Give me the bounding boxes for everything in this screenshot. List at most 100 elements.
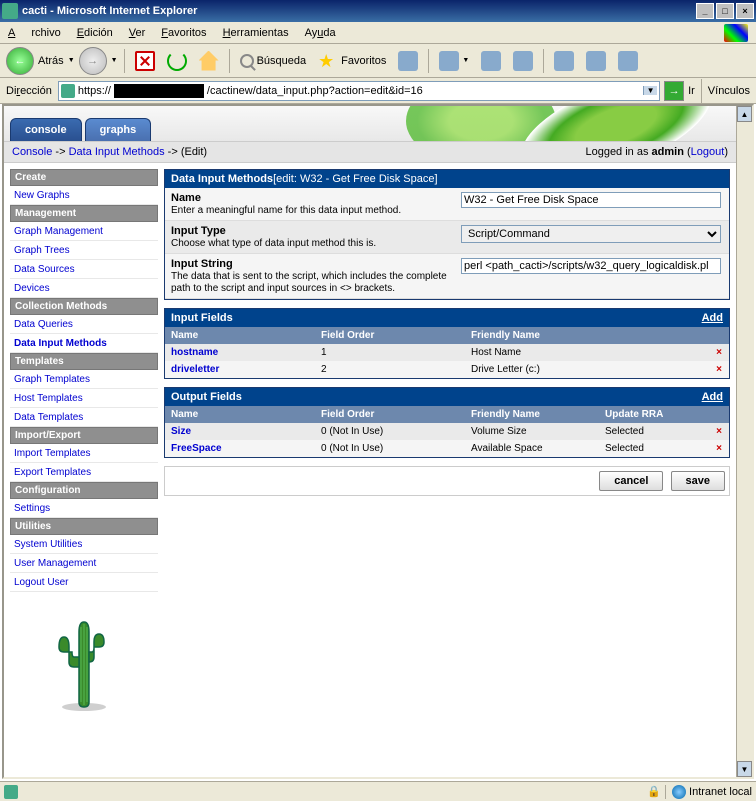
sidebar-link[interactable]: Data Input Methods xyxy=(14,338,107,349)
forward-dropdown-icon[interactable]: ▼ xyxy=(111,57,118,64)
add-output-field-link[interactable]: Add xyxy=(702,391,723,403)
sidebar-link[interactable]: Graph Trees xyxy=(14,245,70,256)
minimize-button[interactable]: _ xyxy=(696,3,714,19)
refresh-icon xyxy=(167,51,187,71)
close-button[interactable]: × xyxy=(736,3,754,19)
input-field-link[interactable]: hostname xyxy=(171,347,218,358)
col-header-order: Field Order xyxy=(315,327,465,344)
sidebar-link[interactable]: Devices xyxy=(14,283,50,294)
main-content: Data Input Methods [edit: W32 - Get Free… xyxy=(164,163,736,721)
sidebar-item[interactable]: Host Templates xyxy=(10,389,158,408)
sidebar-link[interactable]: Data Queries xyxy=(14,319,73,330)
url-suffix: /cactinew/data_input.php?action=edit&id=… xyxy=(207,85,640,97)
delete-icon[interactable]: × xyxy=(709,440,729,457)
sidebar-item[interactable]: Graph Trees xyxy=(10,241,158,260)
sidebar-link[interactable]: Export Templates xyxy=(14,467,91,478)
search-button[interactable]: Búsqueda xyxy=(236,52,311,70)
home-button[interactable] xyxy=(195,49,223,73)
menu-favoritos[interactable]: Favoritos xyxy=(161,27,206,39)
tab-graphs[interactable]: graphs xyxy=(85,118,152,141)
maximize-button[interactable]: □ xyxy=(716,3,734,19)
input-string-label: Input String xyxy=(171,258,233,270)
sidebar-link[interactable]: User Management xyxy=(14,558,96,569)
go-button[interactable]: → xyxy=(664,81,684,101)
sidebar-item[interactable]: Settings xyxy=(10,499,158,518)
col-header-friendly: Friendly Name xyxy=(465,327,709,344)
messenger-icon xyxy=(618,51,638,71)
input-string-field[interactable] xyxy=(461,258,721,274)
save-button[interactable]: save xyxy=(671,471,725,491)
discuss-button[interactable] xyxy=(550,49,578,73)
sidebar-item[interactable]: Graph Management xyxy=(10,222,158,241)
sidebar-item[interactable]: Export Templates xyxy=(10,463,158,482)
scroll-down-icon[interactable]: ▼ xyxy=(737,761,752,777)
sidebar-link[interactable]: Import Templates xyxy=(14,448,91,459)
scroll-up-icon[interactable]: ▲ xyxy=(737,106,752,122)
print-button[interactable] xyxy=(477,49,505,73)
sidebar-item[interactable]: System Utilities xyxy=(10,535,158,554)
url-dropdown-icon[interactable]: ▼ xyxy=(643,86,657,95)
sidebar-item[interactable]: Import Templates xyxy=(10,444,158,463)
input-type-select[interactable]: Script/Command xyxy=(461,225,721,243)
menu-archivo[interactable]: Archivo xyxy=(8,27,61,39)
sidebar-link[interactable]: Logout User xyxy=(14,577,68,588)
name-input[interactable] xyxy=(461,192,721,208)
cancel-button[interactable]: cancel xyxy=(599,471,663,491)
page-icon xyxy=(61,84,75,98)
favorites-button[interactable]: ★Favoritos xyxy=(314,49,390,73)
menu-ver[interactable]: Ver xyxy=(129,27,146,39)
menu-herramientas[interactable]: Herramientas xyxy=(223,27,289,39)
sidebar-item[interactable]: Devices xyxy=(10,279,158,298)
sidebar-item[interactable]: New Graphs xyxy=(10,186,158,205)
logged-prefix: Logged in as xyxy=(585,146,651,158)
mail-button[interactable]: ▼ xyxy=(435,49,473,73)
url-field[interactable]: https:// /cactinew/data_input.php?action… xyxy=(58,81,660,101)
input-field-link[interactable]: driveletter xyxy=(171,364,219,375)
output-field-link[interactable]: FreeSpace xyxy=(171,443,222,454)
sidebar-item[interactable]: Graph Templates xyxy=(10,370,158,389)
delete-icon[interactable]: × xyxy=(709,344,729,361)
back-button[interactable]: ← xyxy=(6,47,34,75)
stop-button[interactable] xyxy=(131,49,159,73)
add-input-field-link[interactable]: Add xyxy=(702,312,723,324)
sidebar-link[interactable]: New Graphs xyxy=(14,190,70,201)
forward-button[interactable]: → xyxy=(79,47,107,75)
back-dropdown-icon[interactable]: ▼ xyxy=(68,57,75,64)
sidebar-link[interactable]: System Utilities xyxy=(14,539,82,550)
sidebar-item[interactable]: User Management xyxy=(10,554,158,573)
sidebar-header: Management xyxy=(10,205,158,222)
status-page-icon xyxy=(4,785,18,799)
sidebar-item[interactable]: Data Templates xyxy=(10,408,158,427)
breadcrumb-console[interactable]: Console xyxy=(12,146,52,158)
sidebar-item[interactable]: Logout User xyxy=(10,573,158,592)
menu-ayuda[interactable]: Ayuda xyxy=(305,27,336,39)
sidebar-item[interactable]: Data Sources xyxy=(10,260,158,279)
breadcrumb-data-input-methods[interactable]: Data Input Methods xyxy=(69,146,165,158)
output-field-link[interactable]: Size xyxy=(171,426,191,437)
messenger-button[interactable] xyxy=(614,49,642,73)
sidebar-link[interactable]: Data Templates xyxy=(14,412,83,423)
delete-icon[interactable]: × xyxy=(709,423,729,440)
links-label[interactable]: Vínculos xyxy=(708,85,750,97)
research-button[interactable] xyxy=(582,49,610,73)
edit-button[interactable] xyxy=(509,49,537,73)
sidebar-link[interactable]: Graph Templates xyxy=(14,374,90,385)
history-button[interactable] xyxy=(394,49,422,73)
update-rra: Selected xyxy=(599,423,709,440)
refresh-button[interactable] xyxy=(163,49,191,73)
delete-icon[interactable]: × xyxy=(709,361,729,378)
vertical-scrollbar[interactable]: ▲ ▼ xyxy=(736,106,752,777)
sidebar-item[interactable]: Data Queries xyxy=(10,315,158,334)
sidebar-item[interactable]: Data Input Methods xyxy=(10,334,158,353)
tab-console[interactable]: console xyxy=(10,118,82,141)
sidebar-link[interactable]: Settings xyxy=(14,503,50,514)
sidebar-header: Utilities xyxy=(10,518,158,535)
edit-icon xyxy=(513,51,533,71)
table-row: driveletter2Drive Letter (c:)× xyxy=(165,361,729,378)
sidebar-link[interactable]: Graph Management xyxy=(14,226,103,237)
logout-link[interactable]: Logout xyxy=(691,146,725,158)
sidebar-link[interactable]: Data Sources xyxy=(14,264,75,275)
menu-edicion[interactable]: Edición xyxy=(77,27,113,39)
sidebar-link[interactable]: Host Templates xyxy=(14,393,83,404)
panel-title: Input Fields xyxy=(171,312,233,324)
